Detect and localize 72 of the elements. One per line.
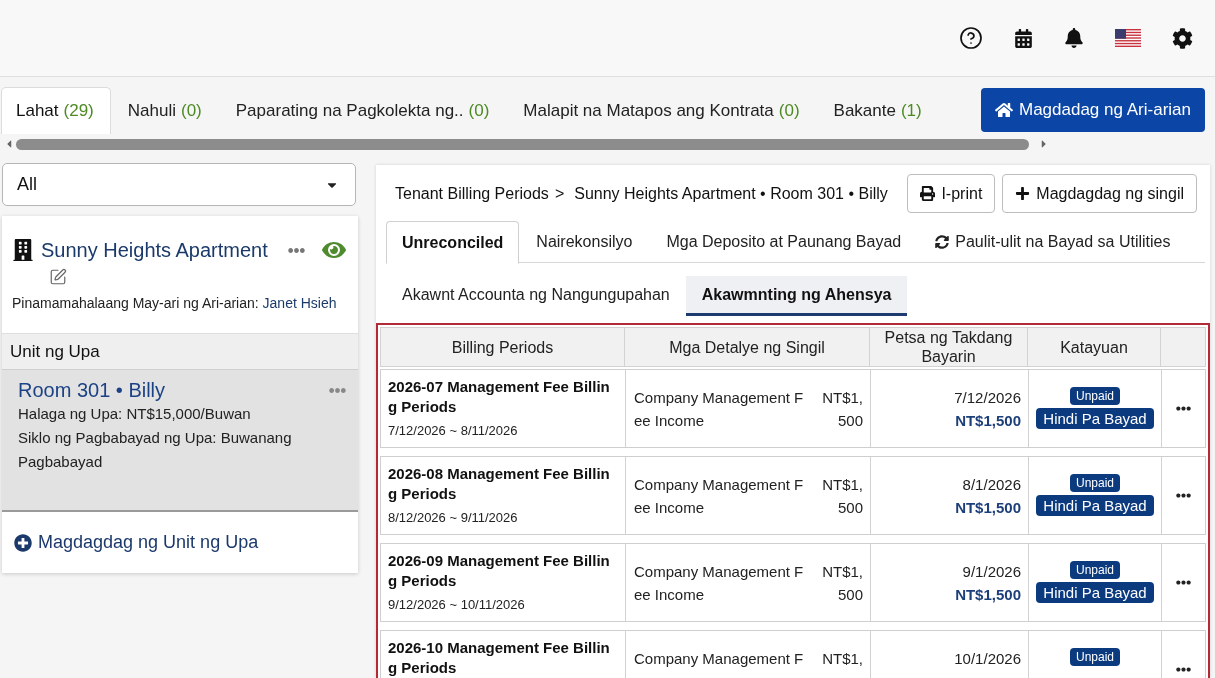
property-tab[interactable]: Paparating na Pagkolekta ng.. (0) xyxy=(218,87,507,134)
owner-link[interactable]: Janet Hsieh xyxy=(262,295,337,311)
building-icon xyxy=(12,239,34,261)
billing-tab[interactable]: Paulit-ulit na Bayad sa Utilities xyxy=(918,221,1188,263)
period-title: 2026-07 Management Fee Billing Periods xyxy=(388,377,611,417)
status-badge: Unpaid xyxy=(1070,474,1120,492)
breadcrumb-link[interactable]: Tenant Billing Periods xyxy=(395,181,549,206)
column-header: Katayuan xyxy=(1027,327,1160,367)
column-header: Petsa ng Takdang Bayarin xyxy=(869,327,1027,367)
flag-icon[interactable] xyxy=(1115,29,1141,47)
calendar-icon[interactable] xyxy=(1014,28,1033,48)
column-header: Mga Detalye ng Singil xyxy=(624,327,869,367)
due-date: 7/12/2026 xyxy=(954,388,1021,408)
filter-select[interactable]: All xyxy=(2,163,356,206)
charge-details: Company Management Fee Income xyxy=(634,475,805,518)
due-amount: NT$1,500 xyxy=(955,411,1021,431)
status-label-badge: Hindi Pa Bayad xyxy=(1036,495,1154,516)
due-date: 8/1/2026 xyxy=(962,475,1021,495)
status-label-badge: Hindi Pa Bayad xyxy=(1036,582,1154,603)
property-title[interactable]: Sunny Heights Apartment xyxy=(41,235,268,265)
help-icon[interactable] xyxy=(959,26,983,50)
due-amount: NT$1,500 xyxy=(955,585,1021,605)
due-amount: NT$1,500 xyxy=(955,498,1021,518)
bell-icon[interactable] xyxy=(1064,28,1084,48)
charge-amount: NT$1, xyxy=(821,649,863,669)
unit-title[interactable]: Room 301 • Billy xyxy=(18,378,166,402)
breadcrumb-current: Sunny Heights Apartment • Room 301 • Billy xyxy=(574,183,888,204)
edit-icon[interactable] xyxy=(49,268,67,286)
due-date: 9/1/2026 xyxy=(962,562,1021,582)
house-icon xyxy=(995,101,1013,119)
settings-icon[interactable] xyxy=(1172,27,1193,49)
property-tab[interactable]: Nahuli (0) xyxy=(110,87,219,134)
charge-details: Company Management Fee Income xyxy=(634,562,805,605)
period-title: 2026-08 Management Fee Billing Periods xyxy=(388,464,611,504)
property-tab[interactable]: Lahat (29) xyxy=(1,87,111,134)
rent-text: Halaga ng Upa: NT$15,000/Buwan xyxy=(18,404,252,424)
due-date: 10/1/2026 xyxy=(954,649,1021,669)
charge-details: Company Management F xyxy=(634,649,805,669)
property-tab[interactable]: Bakante (1) xyxy=(816,87,939,134)
owner-text: Pinamamahalaang May-ari ng Ari-arian: Janet Hsieh xyxy=(12,294,338,313)
period-range: 7/12/2026 ~ 8/11/2026 xyxy=(388,422,519,440)
add-property-button[interactable]: Magdadag ng Ari-arian xyxy=(981,88,1205,132)
period-range: 9/12/2026 ~ 10/11/2026 xyxy=(388,596,526,614)
period-range: 8/12/2026 ~ 9/11/2026 xyxy=(388,509,519,527)
charge-amount: NT$1,500 xyxy=(821,475,863,518)
refresh-icon xyxy=(935,235,950,249)
billing-tab[interactable]: Mga Deposito at Paunang Bayad xyxy=(649,221,919,263)
status-label-badge: Hindi Pa Bayad xyxy=(1036,408,1154,429)
section-header: Unit ng Upa xyxy=(2,333,358,369)
breadcrumb-separator: > xyxy=(554,183,565,204)
status-badge: Unpaid xyxy=(1070,387,1120,405)
unit-list-item[interactable]: Room 301 • Billy Halaga ng Upa: NT$15,000/Buwan Siklo ng Pagbabayad ng Upa: Buwanang Pagbabayad xyxy=(2,369,358,512)
sub-tab[interactable]: Akawnt Accounta ng Nangungupahan xyxy=(386,276,686,316)
billing-tab[interactable]: Unreconciled xyxy=(386,221,520,264)
charge-amount: NT$1,500 xyxy=(821,388,863,431)
charge-amount: NT$1,500 xyxy=(821,562,863,605)
status-badge: Unpaid xyxy=(1070,561,1120,579)
status-badge: Unpaid xyxy=(1070,648,1120,666)
scrollbar-thumb[interactable] xyxy=(16,138,1029,150)
sub-tab[interactable]: Akawmnting ng Ahensya xyxy=(685,276,908,316)
payment-cycle-text: Siklo ng Pagbabayad ng Upa: Buwanang Pagbabayad xyxy=(18,428,293,472)
plus-icon xyxy=(1015,186,1031,201)
add-button[interactable]: Magdagdag ng singil xyxy=(1002,174,1197,213)
print-button[interactable]: I-print xyxy=(907,174,996,213)
period-title: 2026-09 Management Fee Billing Periods xyxy=(388,551,611,591)
charge-details: Company Management Fee Income xyxy=(634,388,805,431)
period-title: 2026-10 Management Fee Billing Periods xyxy=(388,638,611,678)
column-header: Billing Periods xyxy=(380,327,624,367)
property-tab[interactable]: Malapit na Matapos ang Kontrata (0) xyxy=(506,87,817,134)
add-unit-link[interactable]: Magdagdag ng Unit ng Upa xyxy=(14,529,259,556)
billing-tab[interactable]: Nairekonsilyo xyxy=(519,221,650,263)
printer-icon xyxy=(920,186,936,201)
